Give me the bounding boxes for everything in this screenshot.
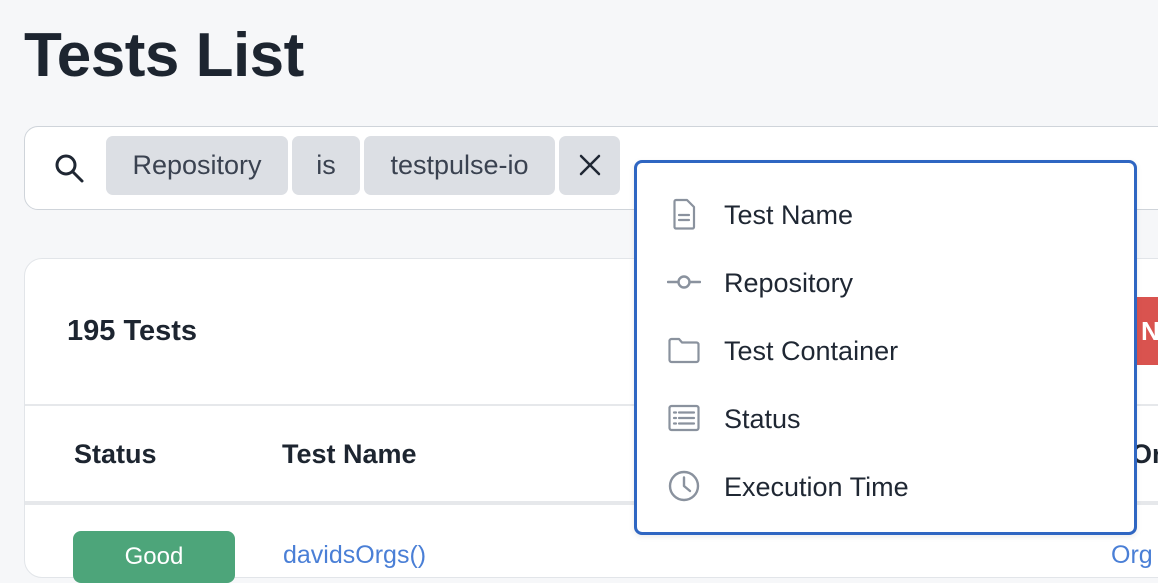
menu-item-test-name[interactable]: Test Name bbox=[637, 181, 1134, 249]
status-badge: Good bbox=[73, 531, 235, 583]
page-title: Tests List bbox=[24, 21, 304, 90]
test-name-link[interactable]: davidsOrgs() bbox=[283, 541, 426, 570]
menu-item-label: Repository bbox=[724, 268, 854, 298]
menu-item-label: Test Container bbox=[724, 336, 899, 366]
action-button[interactable]: N bbox=[1137, 297, 1158, 365]
search-icon bbox=[55, 154, 84, 183]
folder-icon bbox=[668, 337, 700, 364]
menu-item-label: Status bbox=[724, 404, 801, 434]
menu-item-status[interactable]: Status bbox=[637, 385, 1134, 453]
filter-chip-field[interactable]: Repository bbox=[106, 136, 288, 195]
menu-item-execution-time[interactable]: Execution Time bbox=[637, 453, 1134, 521]
commit-icon bbox=[667, 275, 701, 289]
column-header-test-name[interactable]: Test Name bbox=[282, 439, 417, 470]
origin-link[interactable]: Org bbox=[1111, 541, 1153, 570]
menu-item-label: Execution Time bbox=[724, 472, 909, 502]
menu-item-repository[interactable]: Repository bbox=[637, 249, 1134, 317]
filter-field-dropdown: Test Name Repository Test Container Stat… bbox=[634, 160, 1137, 535]
filter-chip-value[interactable]: testpulse-io bbox=[364, 136, 555, 195]
column-header-status[interactable]: Status bbox=[74, 439, 157, 470]
tests-count: 195 Tests bbox=[67, 315, 198, 347]
list-icon bbox=[668, 404, 700, 432]
file-icon bbox=[673, 198, 696, 230]
filter-chip-operator[interactable]: is bbox=[292, 136, 360, 195]
close-icon bbox=[579, 154, 601, 176]
remove-filter-button[interactable] bbox=[559, 136, 620, 195]
menu-item-test-container[interactable]: Test Container bbox=[637, 317, 1134, 385]
clock-icon bbox=[668, 470, 700, 502]
menu-item-label: Test Name bbox=[724, 200, 854, 230]
